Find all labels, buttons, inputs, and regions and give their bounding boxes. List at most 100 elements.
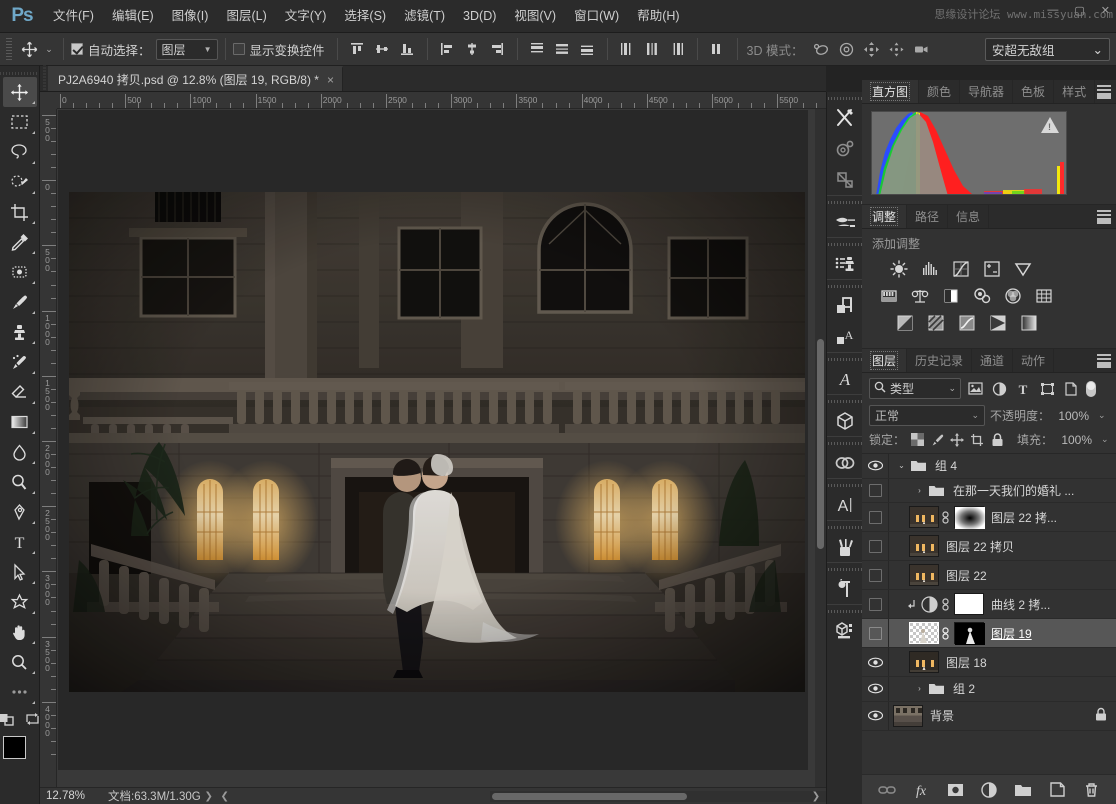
rail-grip[interactable]: [827, 398, 862, 405]
color-swatches[interactable]: [3, 736, 37, 770]
levels-icon[interactable]: [919, 259, 941, 279]
close-tab-icon[interactable]: ×: [327, 73, 334, 87]
opacity-chevron-icon[interactable]: ⌄: [1098, 410, 1106, 421]
layer-mask-thumbnail[interactable]: [954, 622, 984, 644]
brushes-panel-icon[interactable]: [830, 531, 860, 562]
glyphs-icon[interactable]: A: [830, 363, 860, 394]
lock-all-icon[interactable]: [990, 433, 1004, 447]
menu-select[interactable]: 选择(S): [335, 0, 395, 33]
dodge-tool[interactable]: [3, 467, 37, 497]
3d-panel-icon[interactable]: [830, 405, 860, 436]
curves-adjustment-thumbnail[interactable]: [919, 596, 939, 613]
delete-layer-icon[interactable]: [1082, 780, 1100, 800]
scroll-left-icon[interactable]: ❮: [217, 791, 233, 802]
add-layer-mask-icon[interactable]: [946, 780, 964, 800]
document-tab[interactable]: PJ2A6940 拷贝.psd @ 12.8% (图层 19, RGB/8) *…: [48, 66, 343, 91]
layer-filter-kind-dropdown[interactable]: 类型 ⌄: [869, 378, 961, 399]
layer-row-wedding-group[interactable]: › 在那一天我们的婚礼 ...: [862, 479, 1116, 504]
rail-grip[interactable]: [827, 356, 862, 363]
character-panel-icon[interactable]: A: [830, 489, 860, 520]
layer-mask-thumbnail[interactable]: [954, 593, 984, 615]
blend-mode-dropdown[interactable]: 正常 ⌄: [869, 405, 985, 426]
layer-row-19[interactable]: 图层 19: [862, 619, 1116, 648]
link-mask-icon[interactable]: [939, 598, 952, 611]
spot-healing-brush-tool[interactable]: [3, 257, 37, 287]
channel-mixer-icon[interactable]: [1002, 286, 1024, 306]
layer-name[interactable]: 图层 18: [939, 654, 987, 671]
align-bottom-edges-icon[interactable]: [395, 37, 420, 61]
distribute-bottom-icon[interactable]: [575, 37, 600, 61]
layer-visibility-toggle[interactable]: [862, 454, 888, 478]
layer-name[interactable]: 组 4: [928, 457, 957, 474]
menu-view[interactable]: 视图(V): [505, 0, 565, 33]
vertical-scroll-thumb[interactable]: [817, 339, 824, 549]
layer-name[interactable]: 图层 19: [984, 625, 1032, 642]
measurement-log-icon[interactable]: [830, 164, 860, 195]
layer-row-22[interactable]: 图层 22: [862, 561, 1116, 590]
layer-thumbnail[interactable]: [909, 622, 939, 644]
paragraph-panel-icon[interactable]: [830, 573, 860, 604]
rail-grip[interactable]: [827, 608, 862, 615]
panel-menu-icon[interactable]: [1097, 85, 1111, 99]
lock-position-icon[interactable]: [950, 433, 964, 447]
show-transform-controls-checkbox[interactable]: [233, 43, 245, 55]
layer-visibility-toggle[interactable]: [862, 590, 888, 618]
link-layers-icon[interactable]: [878, 780, 896, 800]
menu-edit[interactable]: 编辑(E): [103, 0, 163, 33]
tab-navigator[interactable]: 导航器: [960, 80, 1013, 103]
layer-row-group-2[interactable]: › 组 2: [862, 677, 1116, 702]
new-layer-icon[interactable]: [1048, 780, 1066, 800]
align-right-edges-icon[interactable]: [485, 37, 510, 61]
layer-visibility-toggle[interactable]: [862, 503, 888, 531]
vibrance-icon[interactable]: [1012, 259, 1034, 279]
tools-panel-grip[interactable]: [0, 69, 39, 77]
scroll-right-icon[interactable]: ❯: [808, 791, 824, 802]
character-styles-icon[interactable]: [830, 290, 860, 321]
rail-grip[interactable]: [827, 199, 862, 206]
canvas-background[interactable]: [58, 110, 808, 770]
tab-channels[interactable]: 通道: [972, 349, 1013, 372]
group-expand-chevron-icon[interactable]: ›: [913, 684, 926, 693]
group-expand-chevron-icon[interactable]: ⌄: [895, 461, 908, 470]
eraser-tool[interactable]: [3, 377, 37, 407]
invert-icon[interactable]: [894, 313, 916, 333]
rail-grip[interactable]: [827, 283, 862, 290]
threshold-icon[interactable]: [956, 313, 978, 333]
layer-visibility-toggle[interactable]: [862, 532, 888, 560]
horizontal-type-tool[interactable]: T: [3, 527, 37, 557]
layer-row-22-copy[interactable]: 图层 22 拷贝: [862, 532, 1116, 561]
move-tool-icon[interactable]: [16, 37, 42, 61]
blur-tool[interactable]: [3, 437, 37, 467]
auto-select-checkbox[interactable]: [71, 43, 83, 55]
pan-3d-icon[interactable]: [859, 37, 884, 61]
layer-name[interactable]: 图层 22: [939, 567, 987, 584]
history-brush-tool[interactable]: [3, 347, 37, 377]
edit-toolbar-tool[interactable]: [3, 677, 37, 707]
layer-visibility-toggle[interactable]: [862, 561, 888, 589]
type-filter-icon[interactable]: T: [1013, 379, 1033, 399]
shape-filter-icon[interactable]: [1037, 379, 1057, 399]
layer-row-18[interactable]: 图层 18: [862, 648, 1116, 677]
layer-row-background[interactable]: 背景: [862, 702, 1116, 731]
new-adjustment-layer-icon[interactable]: [980, 780, 998, 800]
tab-info[interactable]: 信息: [948, 205, 989, 228]
menu-image[interactable]: 图像(I): [163, 0, 218, 33]
opacity-value[interactable]: 100%: [1055, 409, 1089, 423]
layer-mask-thumbnail[interactable]: [954, 506, 984, 528]
orbit-3d-icon[interactable]: [809, 37, 834, 61]
photo-filter-icon[interactable]: [971, 286, 993, 306]
lock-image-pixels-icon[interactable]: [930, 433, 944, 447]
layer-visibility-toggle[interactable]: [862, 619, 888, 647]
layer-thumbnail[interactable]: [909, 564, 939, 586]
tab-histogram[interactable]: 直方图: [862, 80, 919, 103]
distribute-top-icon[interactable]: [525, 37, 550, 61]
eyedropper-tool[interactable]: [3, 227, 37, 257]
menu-layer[interactable]: 图层(L): [217, 0, 275, 33]
color-balance-icon[interactable]: [909, 286, 931, 306]
lock-transparent-pixels-icon[interactable]: [910, 433, 924, 447]
layer-name[interactable]: 背景: [923, 707, 954, 724]
clone-source-icon[interactable]: [830, 248, 860, 279]
horizontal-ruler[interactable]: 0500100015002000250030003500400045005000…: [40, 92, 826, 109]
new-group-icon[interactable]: [1014, 780, 1032, 800]
fill-chevron-icon[interactable]: ⌄: [1101, 434, 1109, 445]
